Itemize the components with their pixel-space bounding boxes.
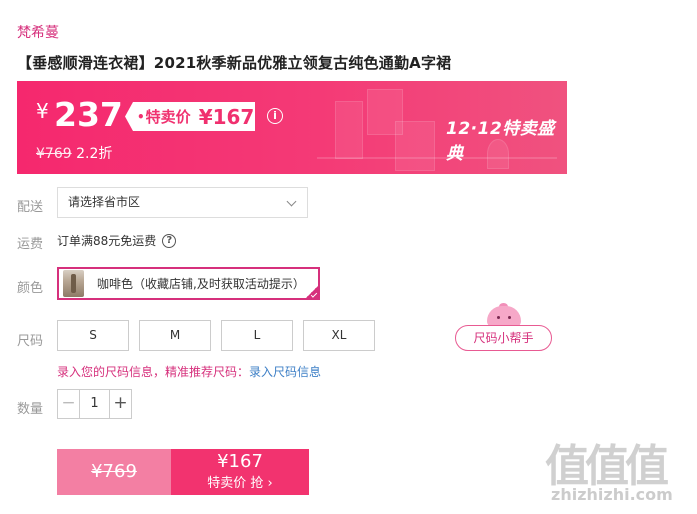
color-option-label: 咖啡色（收藏店铺,及时获取活动提示） — [97, 277, 305, 291]
sale-price-label: 特卖价 — [145, 108, 191, 126]
color-label: 颜色 — [17, 281, 44, 296]
original-price: ¥769 — [36, 146, 72, 162]
region-select-placeholder: 请选择省市区 — [68, 195, 141, 209]
delivery-label: 配送 — [17, 200, 44, 215]
price-banner: ¥ 237 • 特卖价 ¥167 i ¥769 2.2折 12·12特卖盛典 — [17, 81, 567, 174]
color-option-coffee[interactable]: 咖啡色（收藏店铺,及时获取活动提示） — [57, 267, 320, 300]
size-hint-text: 录入您的尺码信息，精准推荐尺码： — [57, 365, 250, 379]
shipping-text: 订单满88元免运费 — [57, 234, 157, 248]
size-info-link[interactable]: 录入尺码信息 — [249, 365, 321, 379]
current-price: 237 — [54, 95, 123, 134]
banner-decoration — [395, 121, 435, 171]
size-option-xl[interactable]: XL — [303, 320, 375, 351]
shipping-info: 订单满88元免运费 ? — [57, 232, 177, 249]
watermark-url: zhizhizhi.com — [551, 485, 673, 504]
buy-sale-price-button[interactable]: ¥167 特卖价 抢 › — [171, 449, 309, 495]
banner-decoration — [335, 101, 363, 159]
buy-sale-price: ¥167 — [217, 451, 263, 472]
original-price-row: ¥769 2.2折 — [36, 143, 112, 163]
quantity-input[interactable]: 1 — [80, 390, 109, 418]
product-title: 【垂感顺滑连衣裙】2021秋季新品优雅立领复古纯色通勤A字裙 — [17, 54, 452, 72]
size-label: 尺码 — [17, 334, 44, 349]
festival-logo: 12·12特卖盛典 — [446, 119, 555, 164]
sale-price-tag: • 特卖价 ¥167 — [125, 102, 255, 131]
mascot-eye — [497, 316, 500, 319]
help-icon[interactable]: ? — [162, 233, 177, 248]
discount-label: 2.2折 — [76, 146, 113, 162]
size-option-s[interactable]: S — [57, 320, 129, 351]
brand-name[interactable]: 梵希蔓 — [17, 22, 59, 42]
info-icon[interactable]: i — [267, 108, 283, 124]
quantity-label: 数量 — [17, 402, 44, 417]
shipping-label: 运费 — [17, 237, 44, 252]
size-helper-button[interactable]: 尺码小帮手 — [455, 325, 552, 351]
quantity-increase-button[interactable]: + — [109, 390, 131, 418]
size-hint: 录入您的尺码信息，精准推荐尺码：录入尺码信息 — [57, 363, 321, 380]
sale-price-value: ¥167 — [198, 104, 255, 129]
size-option-m[interactable]: M — [139, 320, 211, 351]
color-swatch-thumbnail — [63, 270, 84, 297]
region-select[interactable]: 请选择省市区 — [57, 187, 308, 218]
buy-original-price-button[interactable]: ¥769 — [57, 449, 171, 495]
size-option-l[interactable]: L — [221, 320, 293, 351]
buy-original-price: ¥769 — [91, 461, 137, 482]
sale-dot: • — [137, 109, 145, 124]
buy-sale-label: 特卖价 抢 › — [207, 476, 273, 491]
quantity-decrease-button[interactable]: − — [58, 390, 80, 418]
chevron-down-icon — [286, 196, 297, 207]
mascot-eye — [508, 316, 511, 319]
quantity-stepper: − 1 + — [57, 389, 132, 419]
currency-symbol: ¥ — [36, 99, 49, 123]
